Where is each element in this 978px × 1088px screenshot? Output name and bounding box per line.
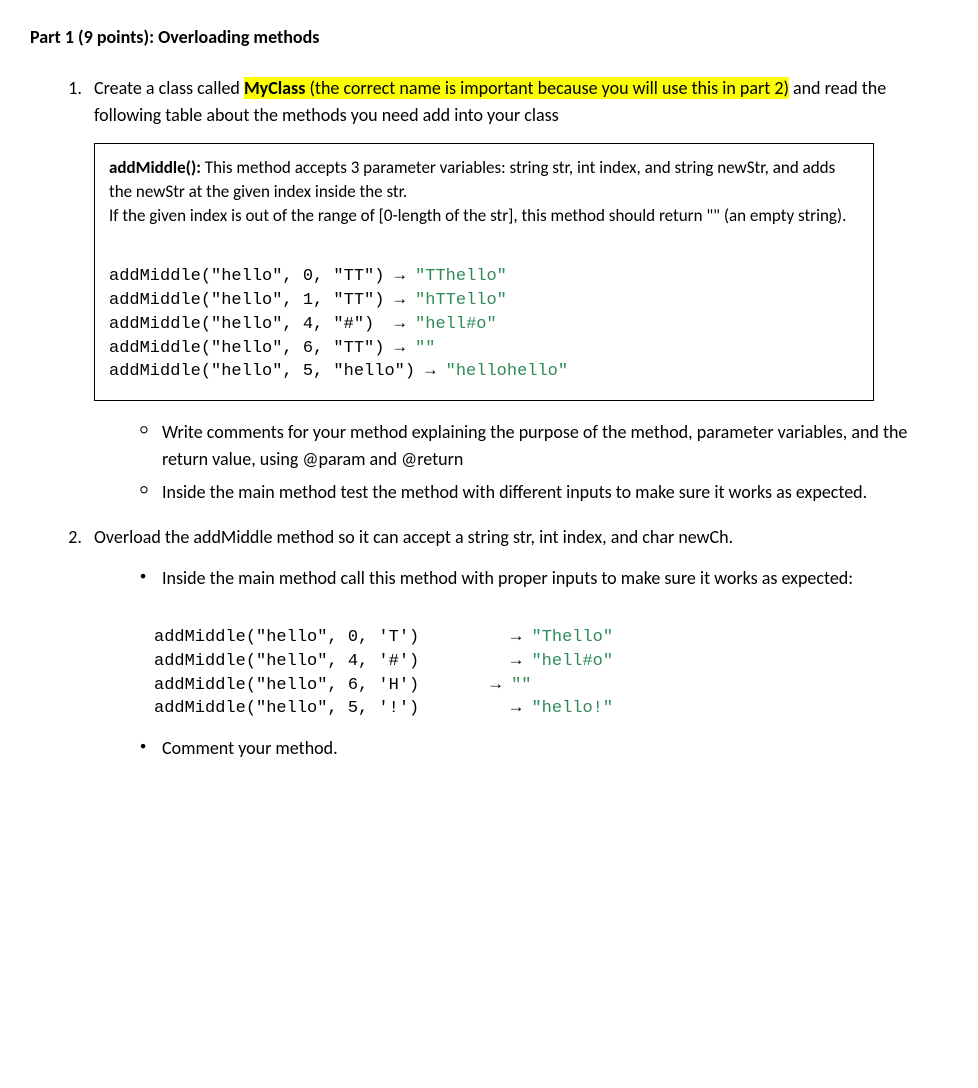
- code-line: addMiddle("hello", 0, 'T') → "Thello": [154, 628, 613, 647]
- item2-paragraph: Overload the addMiddle method so it can …: [94, 524, 948, 551]
- box-desc-line1: This method accepts 3 parameter variable…: [109, 157, 835, 202]
- part-heading: Part 1 (9 points): Overloading methods: [30, 24, 948, 51]
- item1-paragraph: Create a class called MyClass (the corre…: [94, 75, 948, 129]
- sub-list-1: Write comments for your method explainin…: [94, 419, 948, 506]
- box-description: addMiddle(): This method accepts 3 param…: [109, 156, 859, 227]
- list-item-1: Create a class called MyClass (the corre…: [86, 75, 948, 506]
- code-line: addMiddle("hello", 4, "#") → "hell#o": [109, 315, 497, 334]
- main-ordered-list: Create a class called MyClass (the corre…: [30, 75, 948, 762]
- code-line: addMiddle("hello", 1, "TT") → "hTTello": [109, 291, 507, 310]
- sub-item-comment-method: Comment your method.: [140, 735, 948, 762]
- item1-pre: Create a class called: [94, 77, 244, 99]
- sub-list-2: Inside the main method call this method …: [94, 565, 948, 592]
- sub-list-3: Comment your method.: [94, 735, 948, 762]
- code-line: addMiddle("hello", 5, "hello") → "helloh…: [109, 362, 568, 381]
- method-name: addMiddle():: [109, 157, 201, 178]
- sub-item-call: Inside the main method call this method …: [140, 565, 948, 592]
- code-examples-2: addMiddle("hello", 0, 'T') → "Thello" ad…: [154, 602, 948, 721]
- box-desc-line2: If the given index is out of the range o…: [109, 205, 846, 226]
- code-line: addMiddle("hello", 5, '!') → "hello!": [154, 699, 613, 718]
- class-name-highlight: MyClass: [244, 77, 305, 99]
- sub-item-comments: Write comments for your method explainin…: [140, 419, 948, 473]
- code-line: addMiddle("hello", 4, '#') → "hell#o": [154, 652, 613, 671]
- code-line: addMiddle("hello", 0, "TT") → "TThello": [109, 267, 507, 286]
- method-description-box: addMiddle(): This method accepts 3 param…: [94, 143, 874, 401]
- list-item-2: Overload the addMiddle method so it can …: [86, 524, 948, 762]
- item1-highlight: (the correct name is important because y…: [305, 77, 789, 99]
- code-line: addMiddle("hello", 6, "TT") → "": [109, 339, 435, 358]
- sub-item-test: Inside the main method test the method w…: [140, 479, 948, 506]
- code-line: addMiddle("hello", 6, 'H') → "": [154, 676, 531, 695]
- code-examples-1: addMiddle("hello", 0, "TT") → "TThello" …: [109, 241, 859, 384]
